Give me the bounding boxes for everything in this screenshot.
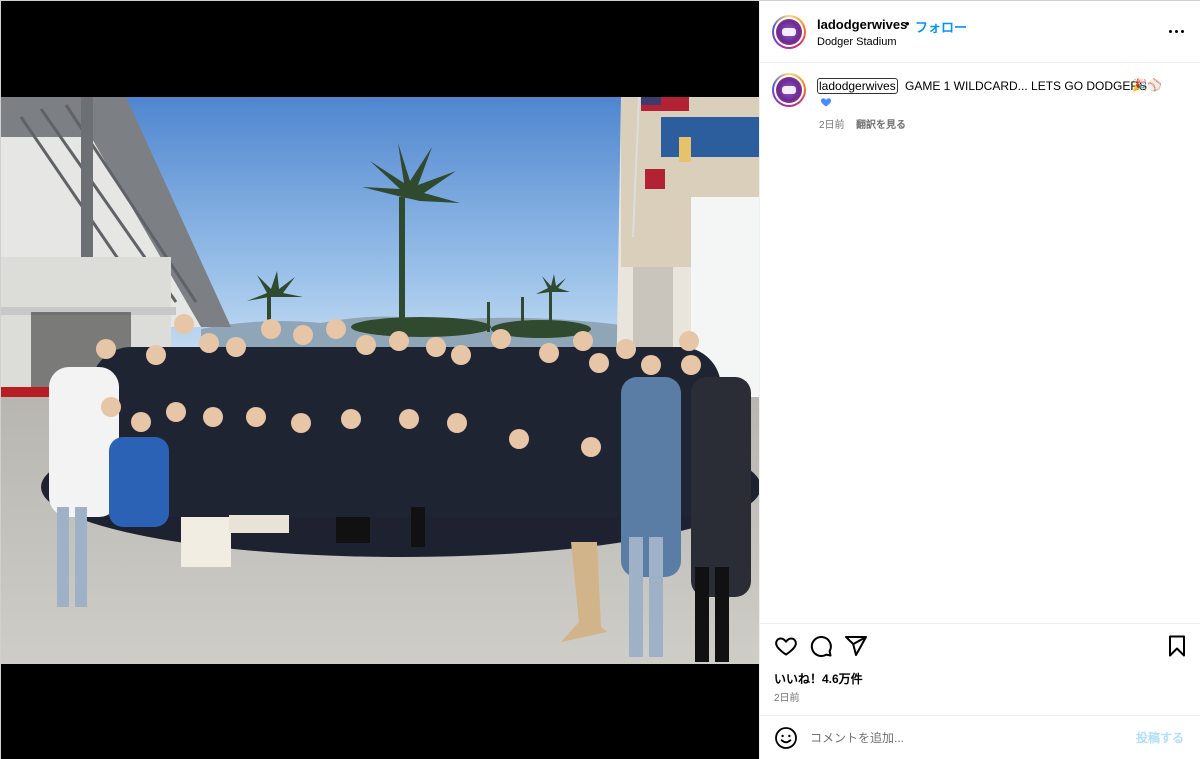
post-side-panel: ladodgerwives • フォロー Dodger Stadium lado… — [759, 1, 1200, 759]
dodgers-logo-icon — [776, 19, 802, 45]
post-photo[interactable] — [1, 97, 759, 664]
post-actions: いいね！4.6万件 2日前 — [760, 623, 1200, 715]
blue-heart-icon — [820, 98, 832, 107]
share-icon[interactable] — [844, 634, 868, 658]
post-caption: ladodgerwives GAME 1 WILDCARD... LETS GO… — [760, 63, 1200, 623]
dodgers-logo-icon — [776, 77, 802, 103]
see-translation-link[interactable]: 翻訳を見る — [856, 116, 906, 131]
likes-count[interactable]: いいね！4.6万件 — [774, 670, 863, 687]
heart-outline-icon[interactable] — [774, 634, 798, 658]
caption-emojis: 🎉⚾ — [1132, 78, 1162, 92]
more-horizontal-icon[interactable] — [1164, 21, 1188, 41]
caption-username-link[interactable]: ladodgerwives — [817, 78, 898, 94]
location-link[interactable]: Dodger Stadium — [817, 36, 897, 48]
header-username-link[interactable]: ladodgerwives — [817, 17, 907, 32]
instagram-post-window: ladodgerwives • フォロー Dodger Stadium lado… — [0, 0, 1200, 759]
bookmark-icon[interactable] — [1165, 634, 1189, 658]
header-separator-dot: • — [905, 16, 910, 31]
follow-button[interactable]: フォロー — [915, 17, 967, 36]
caption-timestamp[interactable]: 2日前 — [819, 116, 845, 131]
comment-icon[interactable] — [809, 634, 833, 658]
avatar[interactable] — [772, 15, 806, 49]
caption-text: GAME 1 WILDCARD... LETS GO DODGERS — [905, 79, 1148, 93]
post-media-area — [1, 1, 759, 759]
comment-input[interactable] — [810, 726, 1120, 750]
post-timestamp[interactable]: 2日前 — [774, 689, 800, 704]
post-header: ladodgerwives • フォロー Dodger Stadium — [760, 1, 1200, 63]
smiley-icon[interactable] — [774, 726, 798, 750]
post-comment-button[interactable]: 投稿する — [1136, 729, 1184, 746]
comment-bar: 投稿する — [760, 715, 1200, 759]
caption-avatar[interactable] — [772, 73, 806, 107]
